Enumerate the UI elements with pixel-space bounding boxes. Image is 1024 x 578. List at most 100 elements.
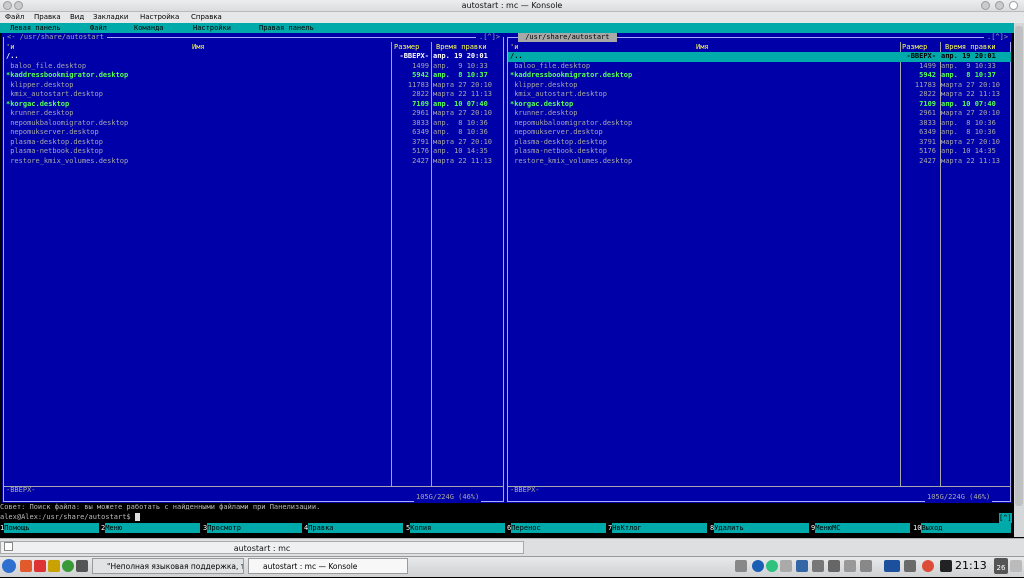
- fkey-6[interactable]: 6Перенос: [507, 523, 608, 533]
- file-row[interactable]: /.. -ВВЕРХ-апр. 19 20:01: [4, 52, 504, 62]
- window-menu-icon[interactable]: [3, 1, 12, 10]
- new-tab-icon[interactable]: [4, 542, 13, 551]
- file-row[interactable]: *kaddressbookmigrator.desktop 5942 апр. 8 …: [508, 71, 1011, 81]
- file-mtime: марта 22 11:13: [941, 156, 1001, 165]
- clipboard-icon[interactable]: [735, 560, 747, 572]
- fkey-7[interactable]: 7НвКтлог: [608, 523, 709, 533]
- file-row[interactable]: *korgac.desktop 7109 апр. 10 07:40: [4, 100, 504, 110]
- left-file-panel[interactable]: <- /usr/share/autostart .[^]> 'и Имя Раз…: [2, 33, 505, 503]
- calendar-date[interactable]: 26: [994, 558, 1008, 574]
- scrollbar-thumb[interactable]: [1015, 26, 1023, 506]
- task-konsole[interactable]: autostart : mc — Konsole: [248, 558, 408, 574]
- fkey-3[interactable]: 3Просмотр: [203, 523, 304, 533]
- fkey-5[interactable]: 5Копия: [406, 523, 507, 533]
- file-name: /..: [510, 52, 523, 60]
- app-icon[interactable]: [34, 560, 46, 572]
- fkey-label: Удалить: [714, 523, 810, 533]
- file-row[interactable]: krunner.desktop 2961 марта 27 20:10: [4, 109, 504, 119]
- file-row[interactable]: baloo_file.desktop 1499 апр. 9 10:33: [508, 62, 1011, 72]
- menu-view[interactable]: Вид: [70, 12, 84, 23]
- file-row[interactable]: nepomukbaloomigrator.desktop 3833 апр. 8 1…: [508, 119, 1011, 129]
- file-name: *kaddressbookmigrator.desktop: [6, 71, 129, 79]
- clock[interactable]: 21:13: [955, 558, 987, 574]
- volume-icon[interactable]: [828, 560, 840, 572]
- panel-corner-controls[interactable]: .[^]>: [984, 33, 1012, 42]
- file-row[interactable]: kmix_autostart.desktop 2822 марта 22 11:13: [4, 90, 504, 100]
- firefox-icon[interactable]: [20, 560, 32, 572]
- maximize-icon[interactable]: [995, 1, 1004, 10]
- tab-autostart[interactable]: autostart : mc: [0, 541, 524, 554]
- file-list: /.. -ВВЕРХ-апр. 19 20:01 baloo_file.deskt…: [508, 52, 1011, 166]
- file-name: plasma-desktop.desktop: [6, 137, 103, 146]
- fkey-8[interactable]: 8Удалить: [710, 523, 811, 533]
- menu-file[interactable]: Файл: [5, 12, 24, 23]
- file-mtime: апр. 8 10:37: [433, 71, 488, 79]
- network-icon[interactable]: [780, 560, 792, 572]
- minimize-icon[interactable]: [981, 1, 990, 10]
- mc-menu-file[interactable]: Файл: [90, 23, 107, 33]
- folder-icon[interactable]: [48, 560, 60, 572]
- file-row[interactable]: kmix_autostart.desktop 2822 марта 22 11:13: [508, 90, 1011, 100]
- file-row[interactable]: plasma-desktop.desktop 3791 марта 27 20:10: [4, 138, 504, 148]
- tray-arrow-icon[interactable]: [860, 560, 872, 572]
- fkey-1[interactable]: 1Помощь: [0, 523, 101, 533]
- file-row[interactable]: nepomukserver.desktop 6349 апр. 8 10:36: [508, 128, 1011, 138]
- terminal-icon[interactable]: [76, 560, 88, 572]
- file-row[interactable]: restore_kmix_volumes.desktop 2427 марта 22…: [4, 157, 504, 167]
- file-row[interactable]: /.. -ВВЕРХ-апр. 19 20:01: [508, 52, 1011, 62]
- notifications-icon[interactable]: [844, 560, 856, 572]
- pin-icon[interactable]: [14, 1, 23, 10]
- show-desktop-icon[interactable]: [1010, 560, 1022, 572]
- panel-corner-controls[interactable]: .[^]>: [476, 33, 504, 42]
- file-row[interactable]: plasma-netbook.desktop 5176 апр. 10 14:35: [508, 147, 1011, 157]
- command-line[interactable]: alex@Alex:/usr/share/autostart$: [0, 513, 1014, 523]
- update-icon[interactable]: [766, 560, 778, 572]
- file-name: klipper.desktop: [510, 80, 578, 89]
- file-row[interactable]: *kaddressbookmigrator.desktop 5942 апр. 8 …: [4, 71, 504, 81]
- file-row[interactable]: plasma-desktop.desktop 3791 марта 27 20:10: [508, 138, 1011, 148]
- bluetooth-icon[interactable]: [752, 560, 764, 572]
- fkey-9[interactable]: 9МенюМС: [811, 523, 912, 533]
- fkey-2[interactable]: 2Меню: [101, 523, 202, 533]
- right-file-panel[interactable]: /usr/share/autostart .[^]> 'и Имя Размер…: [506, 33, 1012, 503]
- chrome-tray-icon[interactable]: [922, 560, 934, 572]
- file-row[interactable]: baloo_file.desktop 1499 апр. 9 10:33: [4, 62, 504, 72]
- file-mtime: апр. 10 07:40: [433, 99, 488, 108]
- fkey-4[interactable]: 4Правка: [304, 523, 405, 533]
- mc-menu-left-panel[interactable]: Левая панель: [10, 23, 61, 33]
- panel-path[interactable]: /usr/share/autostart: [518, 33, 617, 42]
- file-name: kmix_autostart.desktop: [510, 90, 607, 98]
- close-icon[interactable]: [1009, 1, 1018, 10]
- panel-path[interactable]: <- /usr/share/autostart: [4, 33, 107, 42]
- file-name: klipper.desktop: [6, 80, 74, 89]
- task-language-support[interactable]: "Неполная языковая поддержка, т: [92, 558, 244, 574]
- printer-icon[interactable]: [904, 560, 916, 572]
- screen-icon[interactable]: [940, 560, 952, 572]
- keyboard-layout-icon[interactable]: [796, 560, 808, 572]
- mc-menu-right-panel[interactable]: Правая панель: [259, 23, 314, 33]
- file-name: restore_kmix_volumes.desktop: [6, 156, 129, 165]
- file-mtime: апр. 9 10:33: [433, 61, 488, 70]
- kde-launcher-icon[interactable]: [2, 559, 16, 573]
- fkey-10[interactable]: 10Выход: [913, 523, 1014, 533]
- chrome-icon[interactable]: [62, 560, 74, 572]
- menu-bookmarks[interactable]: Закладки: [93, 12, 128, 23]
- file-row[interactable]: *korgac.desktop 7109 апр. 10 07:40: [508, 100, 1011, 110]
- menu-settings[interactable]: Настройка: [140, 12, 179, 23]
- display-icon[interactable]: [812, 560, 824, 572]
- menu-help[interactable]: Справка: [191, 12, 222, 23]
- file-mtime: апр. 8 10:37: [941, 71, 996, 79]
- file-row[interactable]: plasma-netbook.desktop 5176 апр. 10 14:35: [4, 147, 504, 157]
- menu-edit[interactable]: Правка: [34, 12, 61, 23]
- file-row[interactable]: krunner.desktop 2961 марта 27 20:10: [508, 109, 1011, 119]
- file-row[interactable]: klipper.desktop 11783 марта 27 20:10: [4, 81, 504, 91]
- file-row[interactable]: nepomukserver.desktop 6349 апр. 8 10:36: [4, 128, 504, 138]
- file-row[interactable]: nepomukbaloomigrator.desktop 3833 апр. 8 1…: [4, 119, 504, 129]
- file-row[interactable]: klipper.desktop 11783 марта 27 20:10: [508, 81, 1011, 91]
- scroll-marker[interactable]: [^]: [999, 513, 1012, 523]
- file-row[interactable]: restore_kmix_volumes.desktop 2427 марта 22…: [508, 157, 1011, 167]
- mc-menu-options[interactable]: Настройки: [193, 23, 231, 33]
- mc-menu-command[interactable]: Команда: [134, 23, 164, 33]
- file-mtime: марта 27 20:10: [941, 137, 1001, 146]
- battery-icon[interactable]: [884, 560, 900, 572]
